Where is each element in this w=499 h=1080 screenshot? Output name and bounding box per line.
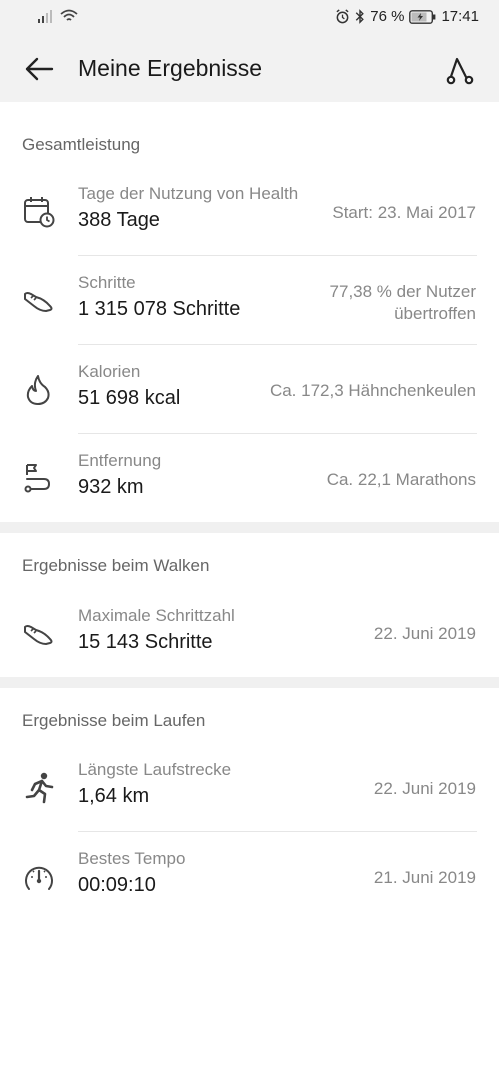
- row-date: 22. Juni 2019: [373, 779, 476, 798]
- section-title-walking: Ergebnisse beim Walken: [22, 556, 210, 575]
- row-value: 932 km: [78, 476, 144, 498]
- row-label: Maximale Schrittzahl: [78, 606, 235, 625]
- row-detail: Ca. 172,3 Hähnchenkeulen: [269, 381, 476, 400]
- row-label: Schritte: [78, 273, 136, 292]
- list-item-distance[interactable]: Entfernung 932 km Ca. 22,1 Marathons: [0, 434, 499, 523]
- list-item-steps[interactable]: Schritte 1 315 078 Schritte 77,38 % der …: [0, 256, 499, 345]
- row-date: 21. Juni 2019: [373, 868, 476, 887]
- distance-icon: [24, 464, 51, 493]
- row-detail-line2: übertroffen: [394, 304, 476, 323]
- calendar-icon: [24, 197, 55, 228]
- alarm-icon: [336, 9, 349, 24]
- row-detail: 77,38 % der Nutzer übertroffen: [330, 281, 476, 325]
- bluetooth-icon: [356, 9, 365, 24]
- row-value: 1,64 km: [78, 785, 150, 807]
- flame-icon: [26, 375, 50, 405]
- battery-percent: 76 %: [370, 8, 405, 25]
- row-label: Längste Laufstrecke: [78, 760, 232, 779]
- section-divider: [0, 677, 499, 688]
- route-icon[interactable]: [444, 54, 476, 86]
- row-detail-line1: 77,38 % der Nutzer: [329, 282, 476, 301]
- row-value: 51 698 kcal: [78, 387, 181, 409]
- list-item-longest-run[interactable]: Längste Laufstrecke 1,64 km 22. Juni 201…: [0, 743, 499, 832]
- clock: 17:41: [441, 8, 479, 25]
- status-left: [38, 9, 78, 23]
- row-detail: Ca. 22,1 Marathons: [326, 470, 476, 489]
- section-divider: [0, 522, 499, 533]
- row-value: 388 Tage: [78, 209, 160, 231]
- runner-icon: [25, 772, 54, 804]
- list-item-usage-days[interactable]: Tage der Nutzung von Health 388 Tage Sta…: [0, 167, 499, 256]
- wifi-icon: [60, 9, 78, 21]
- speedometer-icon: [25, 866, 53, 890]
- row-value: 1 315 078 Schritte: [78, 298, 241, 320]
- page-title: Meine Ergebnisse: [78, 55, 263, 81]
- row-detail: Start: 23. Mai 2017: [332, 203, 476, 222]
- status-bar: 76 % 17:41: [0, 0, 499, 36]
- shoe-icon: [24, 292, 53, 312]
- signal-icon: [38, 10, 52, 23]
- battery-icon: [409, 9, 436, 24]
- section-title-overall: Gesamtleistung: [22, 135, 141, 154]
- row-value: 00:09:10: [78, 874, 156, 896]
- list-item-calories[interactable]: Kalorien 51 698 kcal Ca. 172,3 Hähnchenk…: [0, 345, 499, 434]
- status-right: 76 % 17:41: [335, 8, 479, 25]
- section-title-running: Ergebnisse beim Laufen: [22, 711, 206, 730]
- row-label: Tage der Nutzung von Health: [78, 184, 299, 203]
- row-label: Kalorien: [78, 362, 141, 381]
- list-item-max-steps[interactable]: Maximale Schrittzahl 15 143 Schritte 22.…: [0, 589, 499, 678]
- row-value: 15 143 Schritte: [78, 631, 213, 653]
- shoe-icon: [24, 625, 53, 645]
- row-label: Entfernung: [78, 451, 162, 470]
- list-item-best-pace[interactable]: Bestes Tempo 00:09:10 21. Juni 2019: [0, 832, 499, 921]
- app-bar: Meine Ergebnisse: [0, 36, 499, 102]
- row-label: Bestes Tempo: [78, 849, 186, 868]
- row-date: 22. Juni 2019: [373, 624, 476, 643]
- back-arrow-icon[interactable]: [24, 54, 54, 84]
